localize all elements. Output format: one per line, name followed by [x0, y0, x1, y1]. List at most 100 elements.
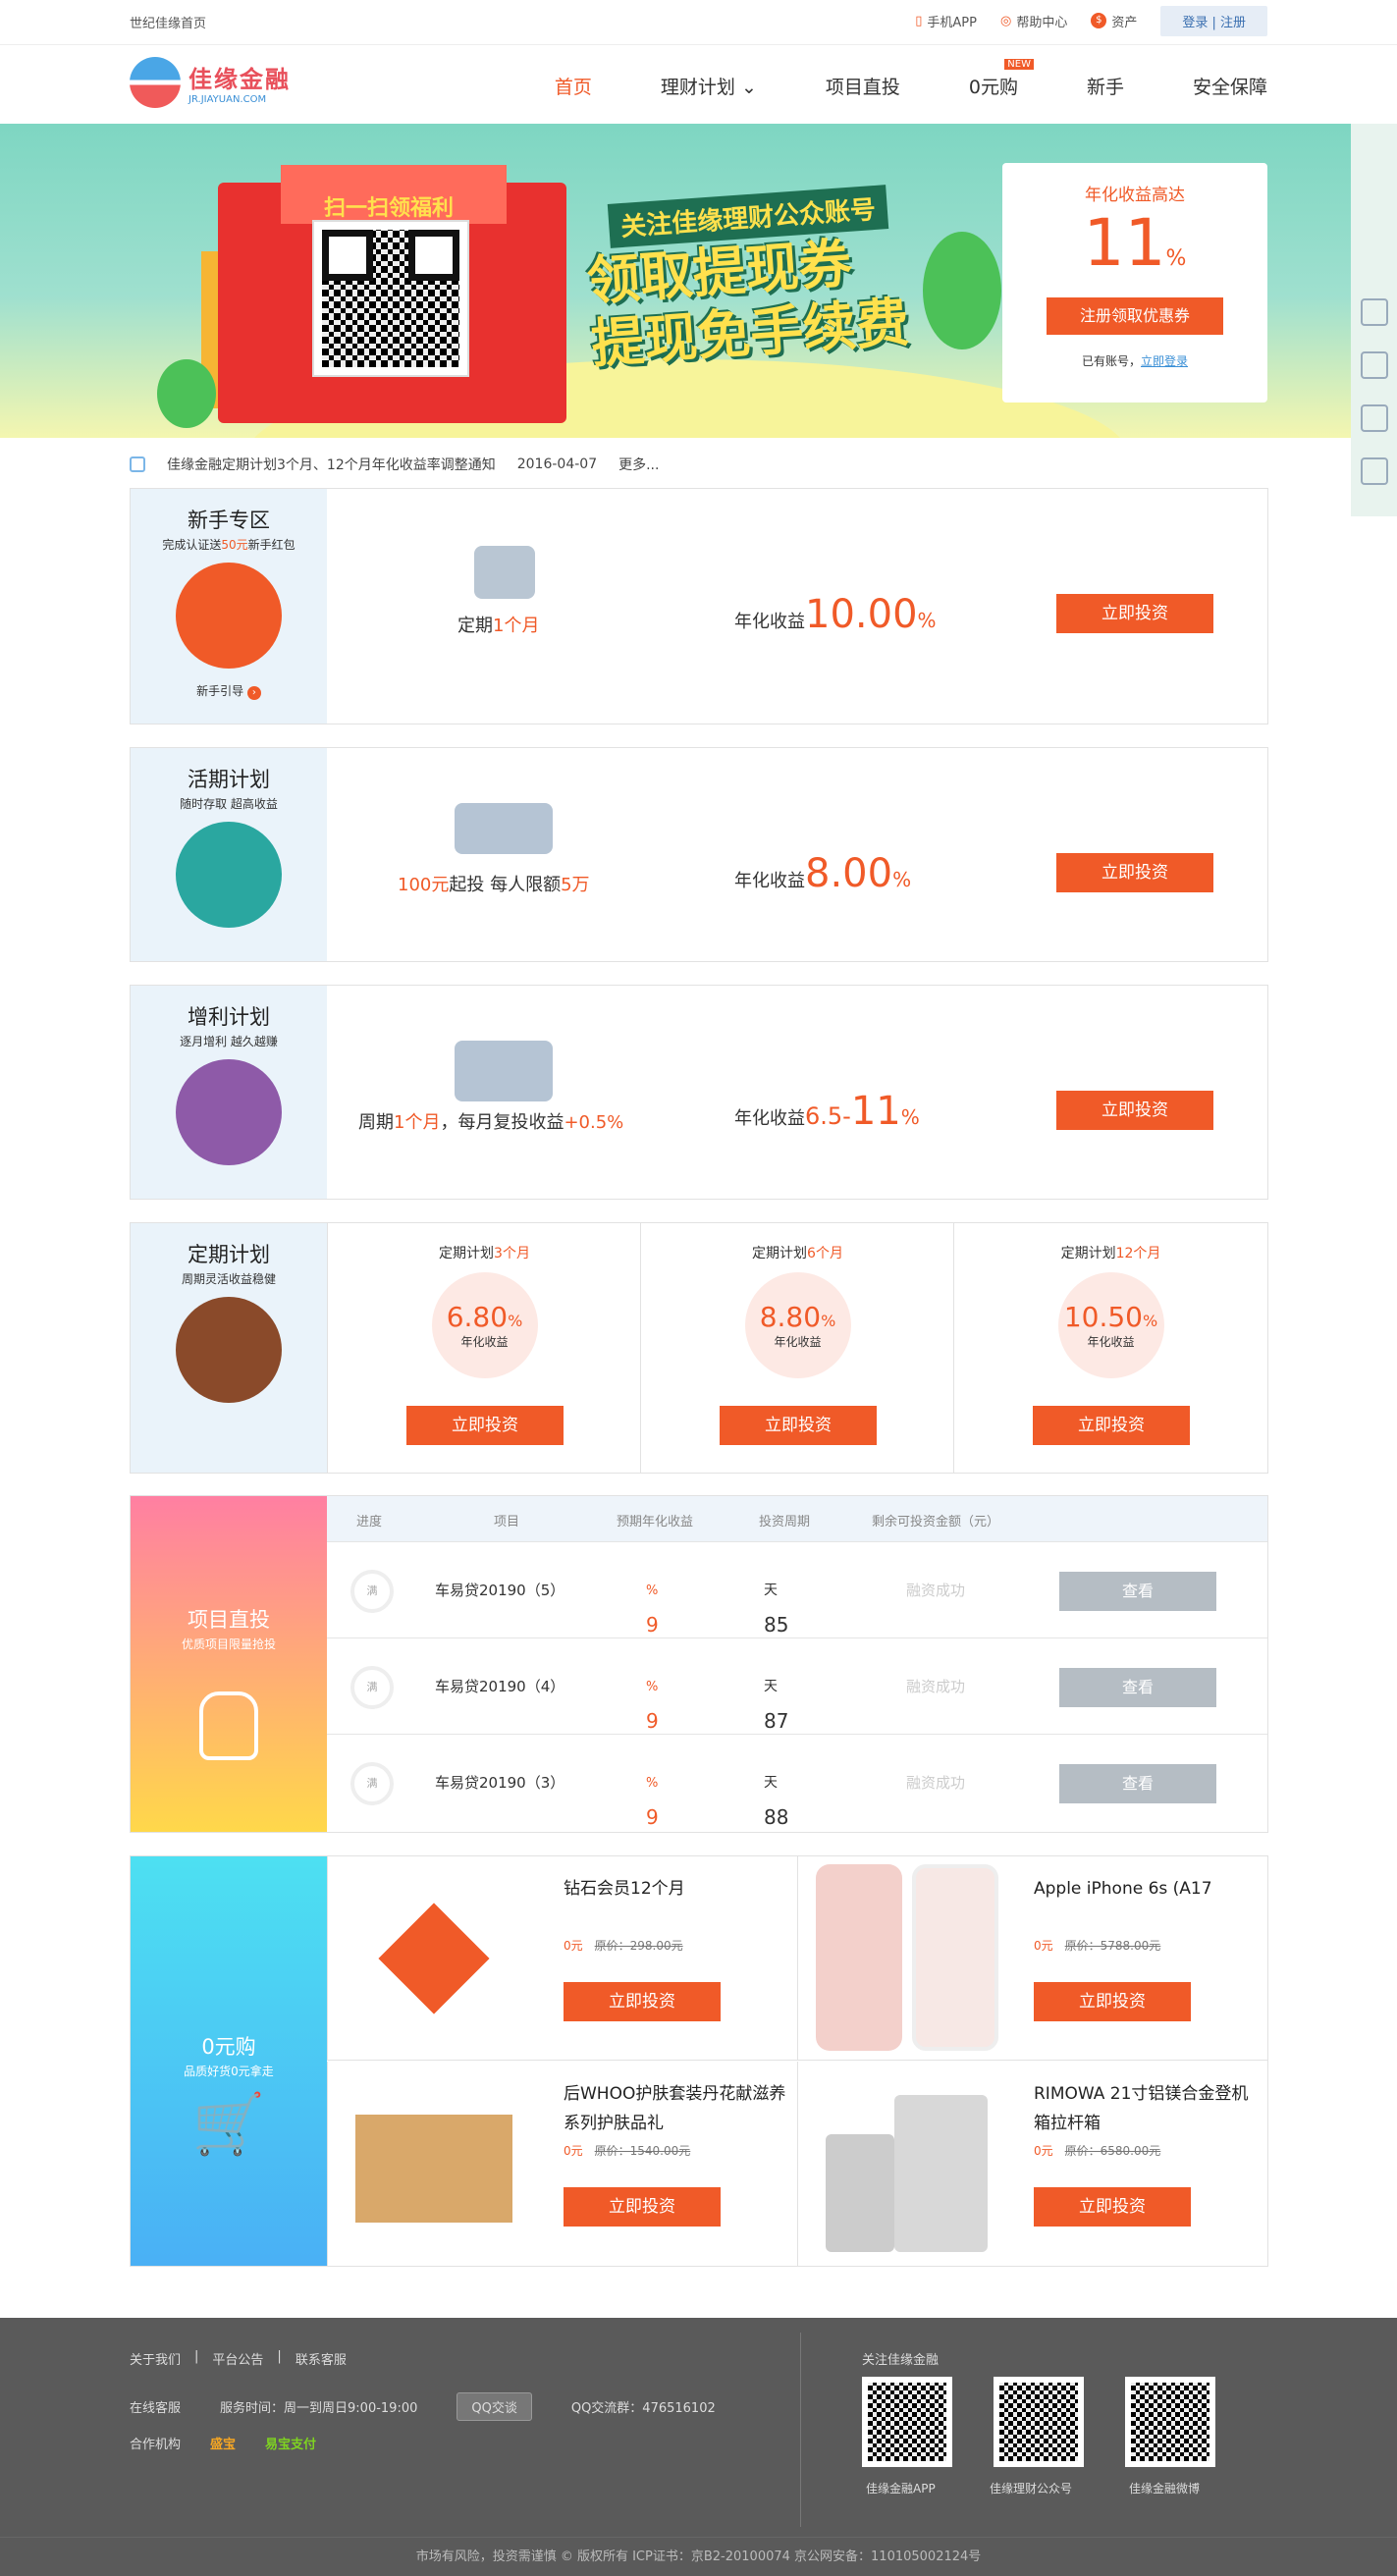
fixed-title: 定期计划: [188, 1243, 270, 1266]
product-invest-button[interactable]: 立即投资: [564, 2187, 721, 2227]
project-name[interactable]: 车易贷20190（5）: [435, 1580, 564, 1600]
rate-circle: 8.80% 年化收益: [744, 1272, 851, 1378]
project-status: 融资成功: [906, 1774, 966, 1792]
project-name[interactable]: 车易贷20190（3）: [435, 1772, 564, 1793]
calculator-icon[interactable]: [1360, 457, 1388, 485]
nav-plans[interactable]: 理财计划 ⌄: [661, 73, 757, 99]
login-register-button[interactable]: 登录 | 注册: [1160, 5, 1267, 36]
logo-domain: JR.JIAYUAN.COM: [188, 94, 267, 105]
speaker-icon: [130, 456, 145, 472]
progress-circle: 满: [350, 1570, 394, 1613]
nav-security[interactable]: 安全保障: [1193, 73, 1267, 99]
app-icon[interactable]: [1360, 298, 1388, 326]
headset-icon[interactable]: [1360, 351, 1388, 379]
top-links: ▯ 手机APP ◎ 帮助中心 $ 资产 登录 | 注册: [915, 5, 1267, 36]
cards-hand-icon: [176, 1297, 282, 1403]
tree-illustration: [157, 359, 216, 428]
fixed-option-3m: 定期计划3个月 6.80% 年化收益 立即投资: [327, 1223, 641, 1473]
notice-more-link[interactable]: 更多...: [618, 455, 659, 474]
nav-projects[interactable]: 项目直投: [826, 73, 900, 99]
table-row: 满 车易贷20190（3） 9% 88 天 融资成功 查看: [327, 1734, 1267, 1830]
notice-date: 2016-04-07: [516, 456, 598, 472]
rate-label: 年化收益高达: [1085, 186, 1185, 205]
register-coupon-button[interactable]: 注册领取优惠券: [1047, 297, 1223, 335]
projects-title: 项目直投: [188, 1608, 270, 1632]
lifebuoy-icon: ◎: [999, 13, 1012, 28]
profit-rate: 年化收益6.5-11%: [734, 1089, 920, 1134]
partner-logo[interactable]: 易宝支付: [265, 2434, 316, 2452]
iphone-image: [806, 1860, 1002, 2057]
product-name[interactable]: 钻石会员12个月: [564, 1874, 789, 1904]
progress-circle: 满: [350, 1762, 394, 1805]
newbie-guide-link[interactable]: 新手引导 ›: [131, 682, 327, 700]
profit-title: 增利计划: [188, 1005, 270, 1029]
footer-follow: 关注佳缘金融: [862, 2353, 940, 2368]
product-invest-button[interactable]: 立即投资: [1034, 1982, 1191, 2021]
product-price: 0元 原价：6580.00元: [1034, 2144, 1161, 2158]
nav-home[interactable]: 首页: [555, 73, 592, 99]
site-home-link[interactable]: 世纪佳缘首页: [130, 13, 206, 31]
money-bag-icon: [176, 1059, 282, 1165]
contact-link[interactable]: 联系客服: [296, 2349, 347, 2368]
login-now-link[interactable]: 立即登录: [1141, 354, 1188, 368]
wechat-icon[interactable]: [1360, 404, 1388, 432]
rate-promo-card: 年化收益高达 11% 注册领取优惠券 已有账号，立即登录: [1002, 163, 1267, 402]
product-name[interactable]: 后WHOO护肤套装丹花献滋养系列护肤品礼: [564, 2079, 789, 2138]
zero-buy-card: 0元购 品质好货0元拿走 🛒 钻石会员12个月 0元 原价：298.00元 立即投…: [130, 1855, 1268, 2267]
project-days: 87 天: [764, 1679, 789, 1733]
profit-plan-card: 增利计划 逐月增利 越久越赚 周期1个月，每月复投收益+0.5% 年化收益6.5…: [130, 985, 1268, 1200]
newbie-rate: 年化收益10.00%: [734, 592, 937, 637]
newbie-subtitle: 完成认证送50元新手红包: [162, 538, 296, 552]
projects-subtitle: 优质项目限量抢投: [181, 1637, 276, 1651]
product-invest-button[interactable]: 立即投资: [564, 1982, 721, 2021]
service-hours: 服务时间：周一到周日9:00-19:00: [220, 2401, 418, 2416]
fixed-subtitle: 周期灵活收益稳健: [181, 1272, 276, 1286]
product-invest-button[interactable]: 立即投资: [1034, 2187, 1191, 2227]
fixed-3m-invest-button[interactable]: 立即投资: [406, 1406, 564, 1445]
project-rate: 9%: [646, 1583, 659, 1637]
main-navbar: 佳缘金融 JR.JIAYUAN.COM 首页 理财计划 ⌄ 项目直投 0元购 NE…: [0, 45, 1397, 124]
newbie-title: 新手专区: [188, 509, 270, 532]
logo[interactable]: 佳缘金融 JR.JIAYUAN.COM: [130, 57, 291, 108]
product-item: RIMOWA 21寸铝镁合金登机箱拉杆箱 0元 原价：6580.00元 立即投资: [797, 2062, 1268, 2266]
fixed-plan-card: 定期计划 周期灵活收益稳健 定期计划3个月 6.80% 年化收益 立即投资 定期计…: [130, 1222, 1268, 1474]
view-button[interactable]: 查看: [1059, 1668, 1216, 1707]
fixed-12m-invest-button[interactable]: 立即投资: [1033, 1406, 1190, 1445]
newbie-period: 定期1个月: [457, 616, 540, 636]
chevron-down-icon: ⌄: [740, 77, 757, 98]
nav-newbie[interactable]: 新手: [1087, 73, 1124, 99]
qq-chat-button[interactable]: QQ交谈: [457, 2392, 532, 2421]
about-link[interactable]: 关于我们: [130, 2349, 181, 2368]
fixed-6m-invest-button[interactable]: 立即投资: [720, 1406, 877, 1445]
fixed-option-6m: 定期计划6个月 8.80% 年化收益 立即投资: [640, 1223, 954, 1473]
newbie-invest-button[interactable]: 立即投资: [1056, 594, 1213, 633]
partner-logo[interactable]: 盛宝: [210, 2434, 236, 2452]
footer-partners: 合作机构 盛宝 易宝支付: [130, 2434, 316, 2452]
rate-circle: 6.80% 年化收益: [431, 1272, 538, 1378]
product-name[interactable]: Apple iPhone 6s (A17: [1034, 1874, 1260, 1904]
notice-link[interactable]: 平台公告: [212, 2349, 263, 2368]
zero-buy-panel: 0元购 品质好货0元拿走 🛒: [131, 1856, 327, 2266]
money-bag-outline-icon: [199, 1691, 258, 1760]
project-name[interactable]: 车易贷20190（4）: [435, 1676, 564, 1696]
tree-illustration: [923, 232, 1001, 349]
help-center-link[interactable]: ◎ 帮助中心: [1000, 12, 1067, 30]
progress-circle: 满: [350, 1666, 394, 1709]
assets-link[interactable]: $ 资产: [1091, 12, 1137, 30]
current-panel: 活期计划 随时存取 超高收益: [131, 748, 327, 961]
profit-invest-button[interactable]: 立即投资: [1056, 1091, 1213, 1130]
product-price: 0元 原价：298.00元: [564, 1939, 683, 1953]
notice-text[interactable]: 佳缘金融定期计划3个月、12个月年化收益率调整通知: [167, 455, 496, 474]
top-bar: 世纪佳缘首页 ▯ 手机APP ◎ 帮助中心 $ 资产 登录 | 注册: [0, 0, 1397, 45]
nav-zero-buy[interactable]: 0元购 NEW: [969, 59, 1034, 99]
side-toolbar: [1351, 124, 1397, 516]
current-rate: 年化收益8.00%: [734, 851, 912, 896]
current-invest-button[interactable]: 立即投资: [1056, 853, 1213, 892]
current-subtitle: 随时存取 超高收益: [180, 797, 278, 811]
newbie-card: 新手专区 完成认证送50元新手红包 新手引导 › 定期1个月 年化收益10.00…: [130, 488, 1268, 724]
mobile-app-link[interactable]: ▯ 手机APP: [915, 12, 977, 30]
rate-circle: 10.50% 年化收益: [1057, 1272, 1164, 1378]
view-button[interactable]: 查看: [1059, 1572, 1216, 1611]
product-name[interactable]: RIMOWA 21寸铝镁合金登机箱拉杆箱: [1034, 2079, 1260, 2138]
view-button[interactable]: 查看: [1059, 1764, 1216, 1803]
